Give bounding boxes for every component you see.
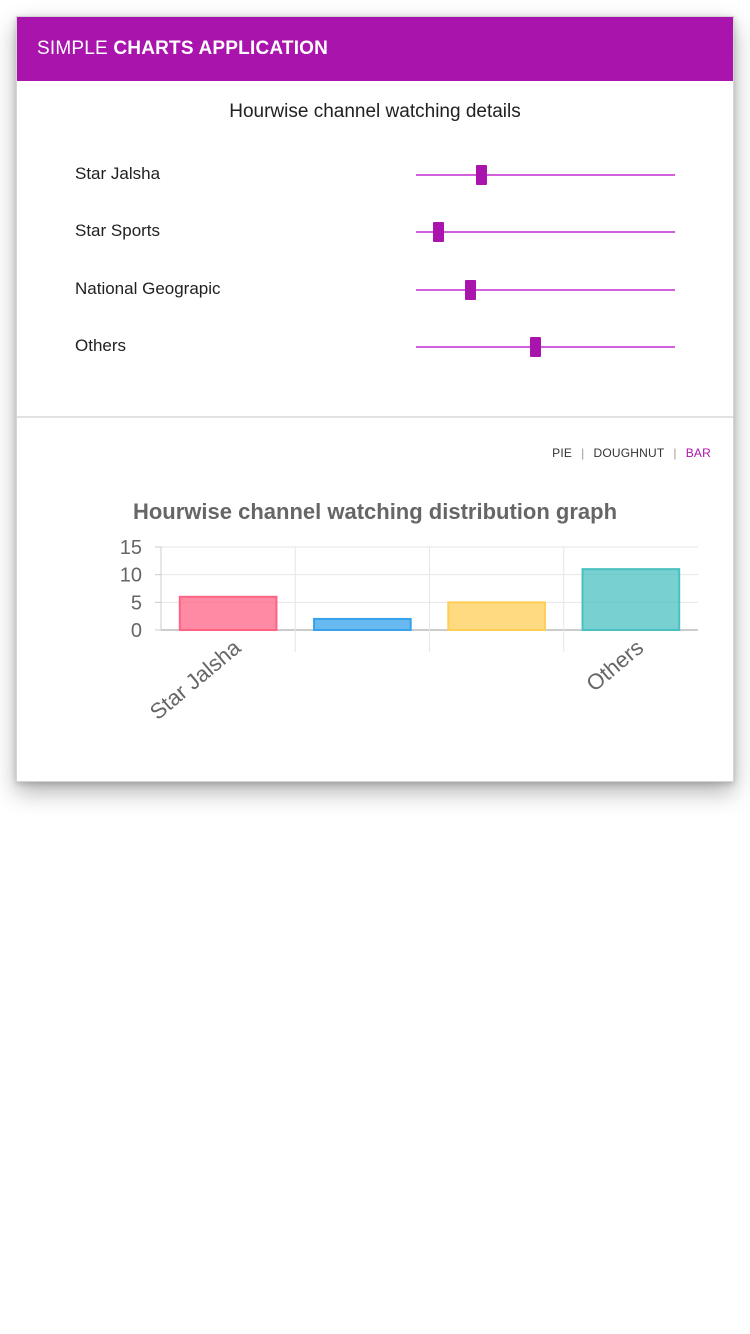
slider-track[interactable] <box>416 280 675 300</box>
chart-card: SIMPLE CHARTS APPLICATION Hourwise chann… <box>16 16 734 782</box>
x-tick-label: Star Jalsha <box>145 634 246 724</box>
bar <box>313 617 412 632</box>
slider-thumb[interactable] <box>432 222 444 242</box>
app-title-light: SIMPLE <box>37 38 114 59</box>
section-divider <box>17 416 733 418</box>
slider-thumb[interactable] <box>529 337 541 357</box>
slider-row-star-sports: Star Sports <box>17 217 733 247</box>
slider-label: Star Jalsha <box>75 164 161 183</box>
slider-track[interactable] <box>416 165 675 185</box>
tab-doughnut[interactable]: DOUGHNUT <box>593 446 664 460</box>
y-tick-label: 0 <box>131 620 142 642</box>
app-bar: SIMPLE CHARTS APPLICATION <box>17 17 733 81</box>
slider-row-star-jalsha: Star Jalsha <box>17 160 733 190</box>
slider-row-others: Others <box>17 332 733 362</box>
chart-title: Hourwise channel watching distribution g… <box>133 499 617 524</box>
bar <box>178 595 278 632</box>
slider-label: National Geograpic <box>75 279 221 298</box>
app-title: SIMPLE CHARTS APPLICATION <box>37 37 328 61</box>
app-title-bold: CHARTS APPLICATION <box>113 38 329 59</box>
slider-thumb[interactable] <box>464 280 476 300</box>
chart-type-tabs: PIE | DOUGHNUT | BAR <box>552 446 711 460</box>
bar-chart: Hourwise channel watching distribution g… <box>120 499 698 725</box>
slider-track[interactable] <box>416 222 675 242</box>
tab-bar[interactable]: BAR <box>686 446 711 460</box>
slider-row-national-geograpic: National Geograpic <box>17 275 733 305</box>
tab-separator: | <box>673 446 677 460</box>
tab-pie[interactable]: PIE <box>552 446 572 460</box>
y-tick-label: 10 <box>120 565 142 587</box>
bar <box>581 568 681 631</box>
slider-label: Star Sports <box>75 221 161 240</box>
details-title: Hourwise channel watching details <box>229 101 521 122</box>
slider-label: Others <box>75 336 127 355</box>
tab-separator: | <box>581 446 585 460</box>
y-tick-label: 5 <box>131 592 142 614</box>
y-tick-label: 15 <box>120 537 142 559</box>
slider-track[interactable] <box>416 337 675 357</box>
slider-thumb[interactable] <box>475 165 487 185</box>
x-tick-label: Others <box>581 635 648 697</box>
bar <box>447 601 546 631</box>
